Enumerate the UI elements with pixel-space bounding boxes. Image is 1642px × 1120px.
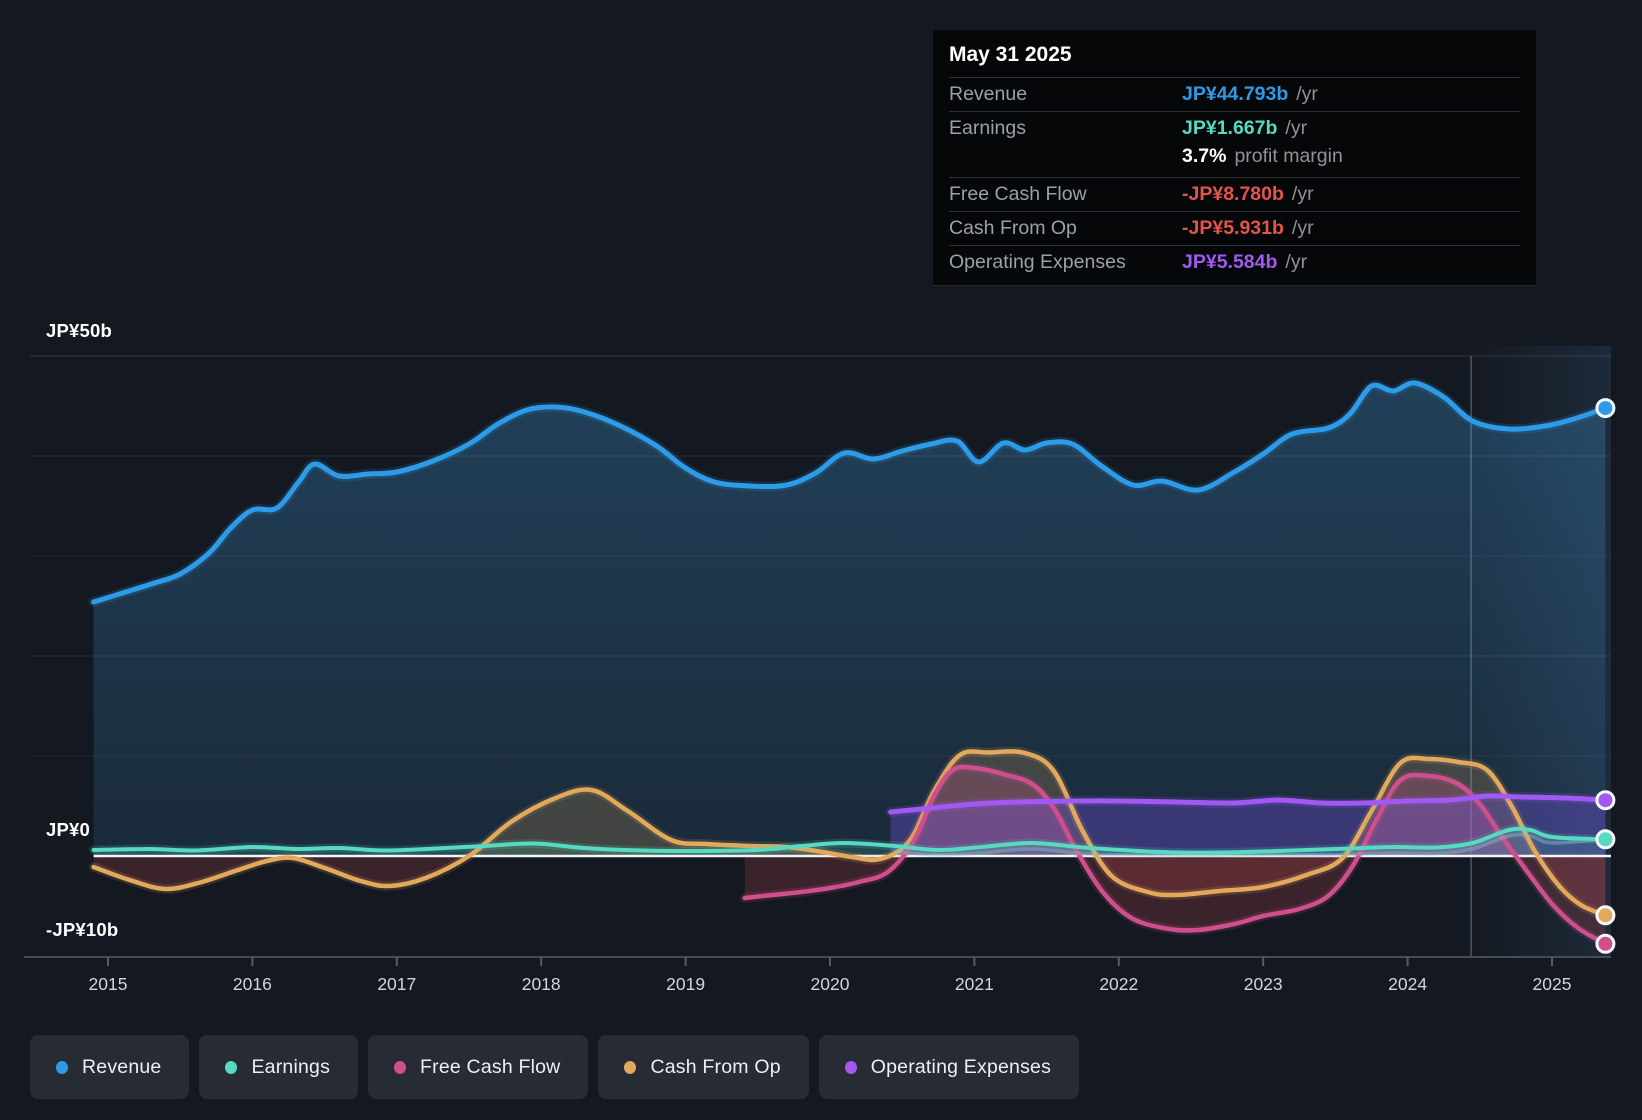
tooltip-value-operating-expenses: JP¥5.584b [1182,251,1278,273]
chart-legend: Revenue Earnings Free Cash Flow Cash From O… [30,1035,1080,1099]
earnings-end-marker [1595,829,1616,850]
earnings-legend-dot-icon [225,1060,238,1074]
legend-label-free-cash-flow: Free Cash Flow [420,1055,561,1078]
tooltip-row-free-cash-flow: Free Cash Flow -JP¥8.780b/yr [949,177,1520,211]
x-axis-label-2020: 2020 [810,974,850,994]
operating-expenses-legend-dot-icon [844,1060,857,1074]
tooltip-suffix-revenue: /yr [1296,83,1318,105]
chart-tooltip: May 31 2025 Revenue JP¥44.793b/yr Earnings… [933,30,1536,286]
legend-item-operating-expenses[interactable]: Operating Expenses [818,1035,1080,1099]
x-axis-label-2015: 2015 [88,974,128,994]
free-cash-flow-legend-dot-icon [394,1060,407,1074]
legend-label-operating-expenses: Operating Expenses [870,1055,1052,1078]
tooltip-label-free-cash-flow: Free Cash Flow [949,183,1087,205]
legend-item-earnings[interactable]: Earnings [199,1035,359,1099]
tooltip-suffix-profit-margin: profit margin [1234,145,1343,167]
tooltip-row-cash-from-op: Cash From Op -JP¥5.931b/yr [949,211,1520,245]
legend-item-cash-from-op[interactable]: Cash From Op [598,1035,809,1099]
y-axis-label-0: JP¥0 [46,819,91,840]
tooltip-label-operating-expenses: Operating Expenses [949,251,1126,273]
tooltip-value-free-cash-flow: -JP¥8.780b [1182,183,1284,205]
operating-expenses-end-marker [1595,790,1616,811]
tooltip-row-operating-expenses: Operating Expenses JP¥5.584b/yr [949,245,1520,279]
revenue-legend-dot-icon [56,1060,68,1074]
legend-label-cash-from-op: Cash From Op [650,1055,781,1078]
revenue-end-marker [1595,398,1616,419]
x-axis-label-2022: 2022 [1099,974,1139,994]
cash-from-op-end-marker [1595,905,1616,926]
tooltip-suffix-earnings: /yr [1285,117,1308,139]
cash-from-op-legend-dot-icon [624,1060,637,1074]
tooltip-suffix-operating-expenses: /yr [1285,251,1308,273]
tooltip-value-earnings: JP¥1.667b [1182,117,1278,139]
tooltip-suffix-free-cash-flow: /yr [1291,183,1314,205]
free-cash-flow-end-marker [1595,933,1616,954]
x-axis-label-2023: 2023 [1243,974,1283,994]
tooltip-row-revenue: Revenue JP¥44.793b/yr [949,77,1520,111]
x-axis-label-2018: 2018 [521,974,561,994]
tooltip-label-cash-from-op: Cash From Op [949,217,1077,239]
tooltip-suffix-cash-from-op: /yr [1291,217,1314,239]
tooltip-value-cash-from-op: -JP¥5.931b [1182,217,1284,239]
x-axis-label-2021: 2021 [954,974,994,994]
tooltip-label-revenue: Revenue [949,83,1028,105]
y-axis-label-neg10b: -JP¥10b [46,919,119,940]
tooltip-row-profit-margin: 3.7% profit margin [949,145,1520,177]
legend-label-earnings: Earnings [251,1055,331,1078]
tooltip-date: May 31 2025 [949,43,1072,66]
tooltip-value-profit-margin: 3.7% [1182,145,1227,167]
legend-item-revenue[interactable]: Revenue [30,1035,190,1099]
tooltip-label-earnings: Earnings [949,117,1026,139]
x-axis-label-2019: 2019 [666,974,706,994]
x-axis-label-2024: 2024 [1388,974,1428,994]
y-axis-label-50b: JP¥50b [46,320,112,341]
earnings-revenue-history-chart: JP¥50b JP¥0 -JP¥10b 2015 2016 2017 2018 2019… [0,0,1642,1120]
x-axis-label-2016: 2016 [232,974,272,994]
tooltip-row-earnings: Earnings JP¥1.667b/yr [949,111,1520,145]
legend-label-revenue: Revenue [82,1055,162,1078]
x-axis-label-2017: 2017 [377,974,417,994]
x-axis-label-2025: 2025 [1532,974,1572,994]
legend-item-free-cash-flow[interactable]: Free Cash Flow [368,1035,589,1099]
tooltip-value-revenue: JP¥44.793b [1182,83,1289,105]
